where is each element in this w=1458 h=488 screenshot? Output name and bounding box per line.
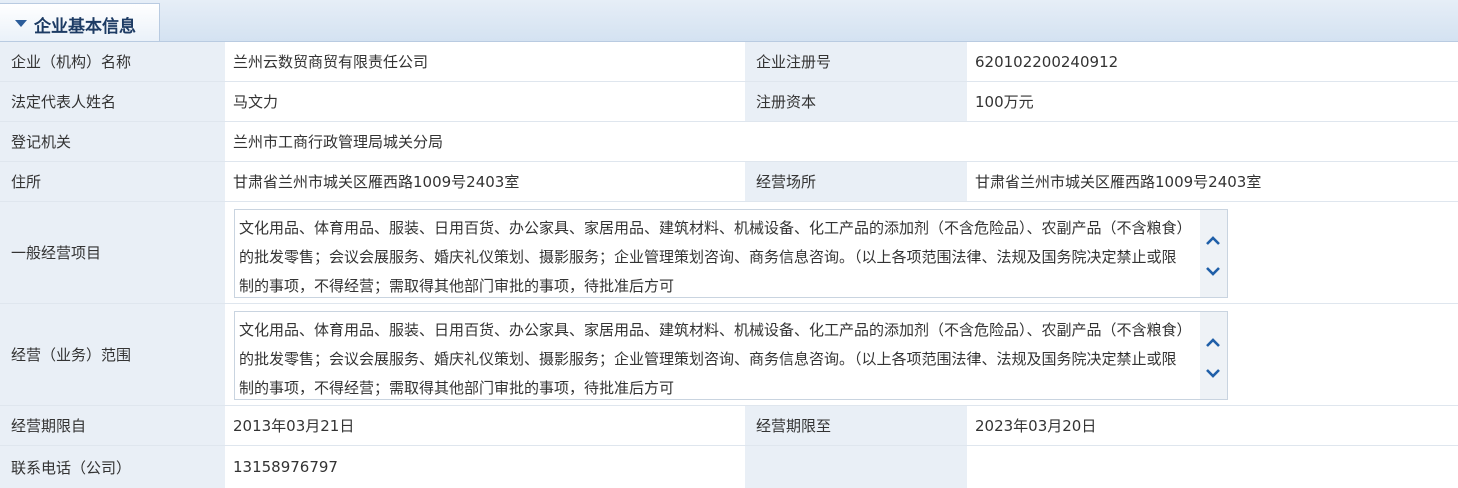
- chevron-down-icon[interactable]: [1206, 366, 1220, 380]
- business-scope-label: 经营（业务）范围: [0, 304, 225, 405]
- phone-label: 联系电话（公司）: [0, 446, 225, 488]
- info-row: 登记机关 兰州市工商行政管理局城关分局: [0, 122, 1458, 162]
- section-header: 企业基本信息: [0, 0, 1458, 42]
- enterprise-info-panel: 企业基本信息 企业（机构）名称 兰州云数贸商贸有限责任公司 企业注册号 6201…: [0, 0, 1458, 488]
- premises-label: 经营场所: [745, 162, 967, 201]
- name-value: 兰州云数贸商贸有限责任公司: [225, 42, 745, 81]
- capital-label: 注册资本: [745, 82, 967, 121]
- general-scope-label: 一般经营项目: [0, 202, 225, 303]
- reg-no-value: 620102200240912: [967, 42, 1458, 81]
- general-scope-textarea[interactable]: 文化用品、体育用品、服装、日用百货、办公家具、家居用品、建筑材料、机械设备、化工…: [234, 209, 1228, 298]
- chevron-down-icon[interactable]: [1206, 264, 1220, 278]
- legal-rep-label: 法定代表人姓名: [0, 82, 225, 121]
- term-to-value: 2023年03月20日: [967, 406, 1458, 445]
- address-value: 甘肃省兰州市城关区雁西路1009号2403室: [225, 162, 745, 201]
- term-from-label: 经营期限自: [0, 406, 225, 445]
- info-row: 联系电话（公司） 13158976797: [0, 446, 1458, 488]
- scrollbar[interactable]: [1200, 210, 1227, 297]
- triangle-down-icon[interactable]: [15, 20, 27, 27]
- empty-value-cell: [967, 446, 1458, 488]
- business-scope-text: 文化用品、体育用品、服装、日用百货、办公家具、家居用品、建筑材料、机械设备、化工…: [239, 321, 1185, 397]
- empty-label-cell: [745, 446, 967, 488]
- info-row: 住所 甘肃省兰州市城关区雁西路1009号2403室 经营场所 甘肃省兰州市城关区…: [0, 162, 1458, 202]
- capital-value: 100万元: [967, 82, 1458, 121]
- premises-value: 甘肃省兰州市城关区雁西路1009号2403室: [967, 162, 1458, 201]
- legal-rep-value: 马文力: [225, 82, 745, 121]
- chevron-up-icon[interactable]: [1206, 336, 1220, 350]
- term-to-label: 经营期限至: [745, 406, 967, 445]
- authority-label: 登记机关: [0, 122, 225, 161]
- term-from-value: 2013年03月21日: [225, 406, 745, 445]
- info-row: 一般经营项目 文化用品、体育用品、服装、日用百货、办公家具、家居用品、建筑材料、…: [0, 202, 1458, 304]
- info-row: 法定代表人姓名 马文力 注册资本 100万元: [0, 82, 1458, 122]
- info-row: 经营（业务）范围 文化用品、体育用品、服装、日用百货、办公家具、家居用品、建筑材…: [0, 304, 1458, 406]
- phone-value: 13158976797: [225, 446, 745, 488]
- address-label: 住所: [0, 162, 225, 201]
- name-label: 企业（机构）名称: [0, 42, 225, 81]
- general-scope-text: 文化用品、体育用品、服装、日用百货、办公家具、家居用品、建筑材料、机械设备、化工…: [239, 219, 1185, 295]
- info-row: 企业（机构）名称 兰州云数贸商贸有限责任公司 企业注册号 62010220024…: [0, 42, 1458, 82]
- section-title: 企业基本信息: [34, 17, 136, 37]
- business-scope-textarea[interactable]: 文化用品、体育用品、服装、日用百货、办公家具、家居用品、建筑材料、机械设备、化工…: [234, 311, 1228, 400]
- reg-no-label: 企业注册号: [745, 42, 967, 81]
- chevron-up-icon[interactable]: [1206, 234, 1220, 248]
- info-row: 经营期限自 2013年03月21日 经营期限至 2023年03月20日: [0, 406, 1458, 446]
- authority-value: 兰州市工商行政管理局城关分局: [225, 122, 1458, 161]
- section-tab[interactable]: 企业基本信息: [0, 3, 160, 41]
- scrollbar[interactable]: [1200, 312, 1227, 399]
